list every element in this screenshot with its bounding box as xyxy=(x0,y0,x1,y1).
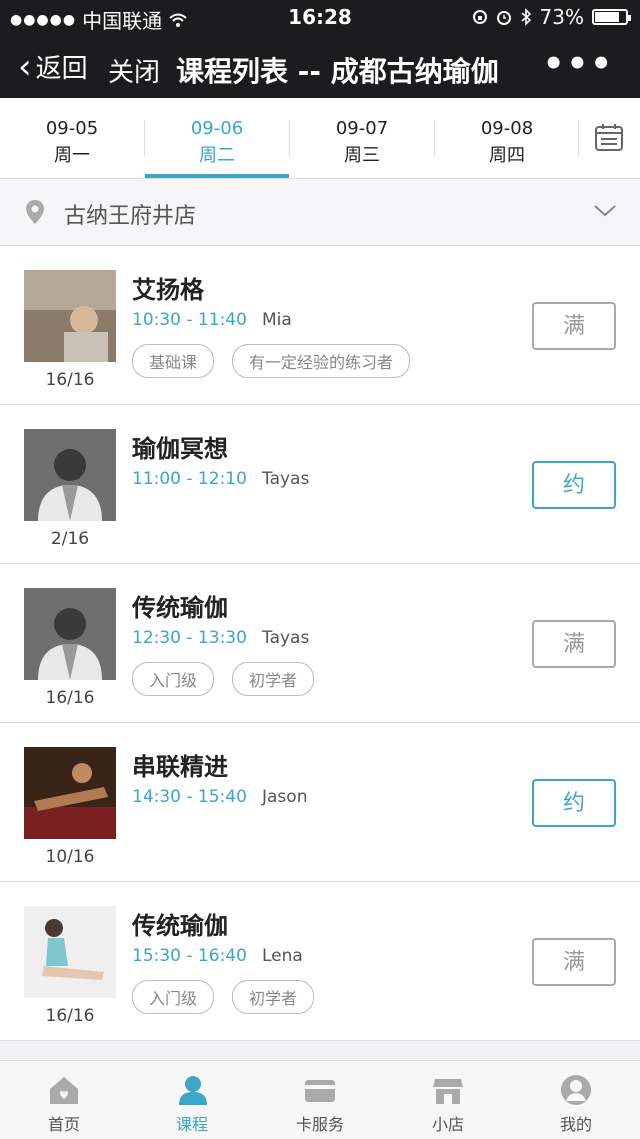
full-button[interactable]: 满 xyxy=(532,620,616,668)
weekday-label: 周四 xyxy=(489,145,525,166)
status-bar: ●●●●● 中国联通 16:28 73% xyxy=(0,0,640,34)
enrollment-count: 16/16 xyxy=(45,370,95,390)
class-time: 15:30 - 16:40 xyxy=(132,946,247,966)
date-tab-0907[interactable]: 09-07 周三 xyxy=(290,98,434,178)
back-label: 返回 xyxy=(35,54,88,84)
status-right: 73% xyxy=(472,5,631,29)
date-label: 09-05 xyxy=(45,118,99,139)
bottom-tab-bar: 首页 课程 卡服务 小店 我的 xyxy=(0,1060,640,1139)
class-tags: 入门级 初学者 xyxy=(132,662,315,696)
battery-label: 73% xyxy=(539,5,584,29)
date-tab-0906[interactable]: 09-06 周二 xyxy=(145,98,289,178)
tab-mine[interactable]: 我的 xyxy=(512,1061,640,1139)
tab-home[interactable]: 首页 xyxy=(0,1061,128,1139)
book-button[interactable]: 约 xyxy=(532,779,616,827)
class-tag: 入门级 xyxy=(132,980,215,1014)
tab-courses[interactable]: 课程 xyxy=(128,1061,256,1139)
enrollment-count: 10/16 xyxy=(45,847,95,867)
battery-icon xyxy=(592,9,631,25)
class-tag: 初学者 xyxy=(232,662,315,696)
page-title: 课程列表 -- 成都古纳瑜伽 xyxy=(176,55,499,88)
tab-label: 卡服务 xyxy=(295,1115,344,1134)
enrollment-count: 2/16 xyxy=(50,529,90,549)
full-button[interactable]: 满 xyxy=(532,302,616,350)
date-tab-0908[interactable]: 09-08 周四 xyxy=(435,98,579,178)
tab-label: 课程 xyxy=(175,1115,208,1134)
class-row[interactable]: 16/16 传统瑜伽 12:30 - 13:30 Tayas 入门级 初学者 满 xyxy=(0,564,640,723)
class-tag: 入门级 xyxy=(132,662,215,696)
tab-card-service[interactable]: 卡服务 xyxy=(256,1061,384,1139)
home-icon xyxy=(50,1077,78,1104)
weekday-label: 周一 xyxy=(54,145,90,166)
chevron-down-icon xyxy=(594,205,616,217)
store-selector[interactable]: 古纳王府井店 xyxy=(0,179,640,246)
calendar-icon[interactable] xyxy=(594,122,624,152)
close-button[interactable]: 关闭 xyxy=(108,52,160,89)
enrollment-count: 16/16 xyxy=(45,688,95,708)
teacher-photo xyxy=(24,588,116,680)
tab-label: 首页 xyxy=(47,1115,80,1134)
divider xyxy=(578,120,579,156)
class-row[interactable]: 10/16 串联精进 14:30 - 15:40 Jason 约 xyxy=(0,723,640,882)
location-pin-icon xyxy=(26,200,44,224)
teacher-photo xyxy=(24,747,116,839)
date-tabs: 09-05 周一 09-06 周二 09-07 周三 09-08 周四 xyxy=(0,98,640,179)
shop-icon xyxy=(433,1079,463,1104)
class-tag: 有一定经验的练习者 xyxy=(232,344,411,378)
back-button[interactable]: ‹ 返回 xyxy=(18,48,88,85)
class-name: 瑜伽冥想 xyxy=(132,435,228,463)
tab-label: 我的 xyxy=(559,1115,592,1134)
tab-shop[interactable]: 小店 xyxy=(384,1061,512,1139)
class-tag: 基础课 xyxy=(132,344,215,378)
teacher-name: Lena xyxy=(262,946,303,966)
bluetooth-icon xyxy=(521,8,531,26)
class-time: 12:30 - 13:30 xyxy=(132,628,247,648)
card-icon xyxy=(305,1080,335,1102)
teacher-name: Jason xyxy=(262,787,308,807)
class-row[interactable]: 2/16 瑜伽冥想 11:00 - 12:10 Tayas 约 xyxy=(0,405,640,564)
class-tag: 初学者 xyxy=(232,980,315,1014)
class-name: 传统瑜伽 xyxy=(132,594,228,622)
date-tab-0905[interactable]: 09-05 周一 xyxy=(0,98,144,178)
class-name: 串联精进 xyxy=(132,753,228,781)
class-time: 14:30 - 15:40 xyxy=(132,787,247,807)
nav-bar: ‹ 返回 关闭 课程列表 -- 成都古纳瑜伽 ••• xyxy=(0,34,640,98)
teacher-photo xyxy=(24,906,116,998)
class-time: 10:30 - 11:40 xyxy=(132,310,247,330)
class-list: 16/16 艾扬格 10:30 - 11:40 Mia 基础课 有一定经验的练习… xyxy=(0,246,640,1041)
teacher-photo xyxy=(24,429,116,521)
chevron-left-icon: ‹ xyxy=(18,46,32,87)
teacher-name: Tayas xyxy=(262,628,310,648)
full-button[interactable]: 满 xyxy=(532,938,616,986)
teacher-photo xyxy=(24,270,116,362)
class-time: 11:00 - 12:10 xyxy=(132,469,247,489)
date-label: 09-06 xyxy=(190,118,244,139)
weekday-label: 周三 xyxy=(344,145,380,166)
alarm-icon xyxy=(496,11,511,25)
date-label: 09-08 xyxy=(480,118,534,139)
profile-icon xyxy=(561,1075,591,1105)
weekday-label: 周二 xyxy=(199,145,235,166)
rotation-lock-icon xyxy=(472,10,487,24)
class-name: 艾扬格 xyxy=(132,276,204,304)
user-icon xyxy=(179,1076,207,1105)
date-label: 09-07 xyxy=(335,118,389,139)
class-tags: 入门级 初学者 xyxy=(132,980,315,1014)
more-menu-button[interactable]: ••• xyxy=(543,44,614,84)
book-button[interactable]: 约 xyxy=(532,461,616,509)
teacher-name: Tayas xyxy=(262,469,310,489)
class-name: 传统瑜伽 xyxy=(132,912,228,940)
class-row[interactable]: 16/16 艾扬格 10:30 - 11:40 Mia 基础课 有一定经验的练习… xyxy=(0,246,640,405)
tab-label: 小店 xyxy=(431,1115,464,1134)
class-tags: 基础课 有一定经验的练习者 xyxy=(132,344,411,378)
teacher-name: Mia xyxy=(262,310,292,330)
store-name: 古纳王府井店 xyxy=(64,204,197,229)
enrollment-count: 16/16 xyxy=(45,1006,95,1026)
class-row[interactable]: 16/16 传统瑜伽 15:30 - 16:40 Lena 入门级 初学者 满 xyxy=(0,882,640,1041)
